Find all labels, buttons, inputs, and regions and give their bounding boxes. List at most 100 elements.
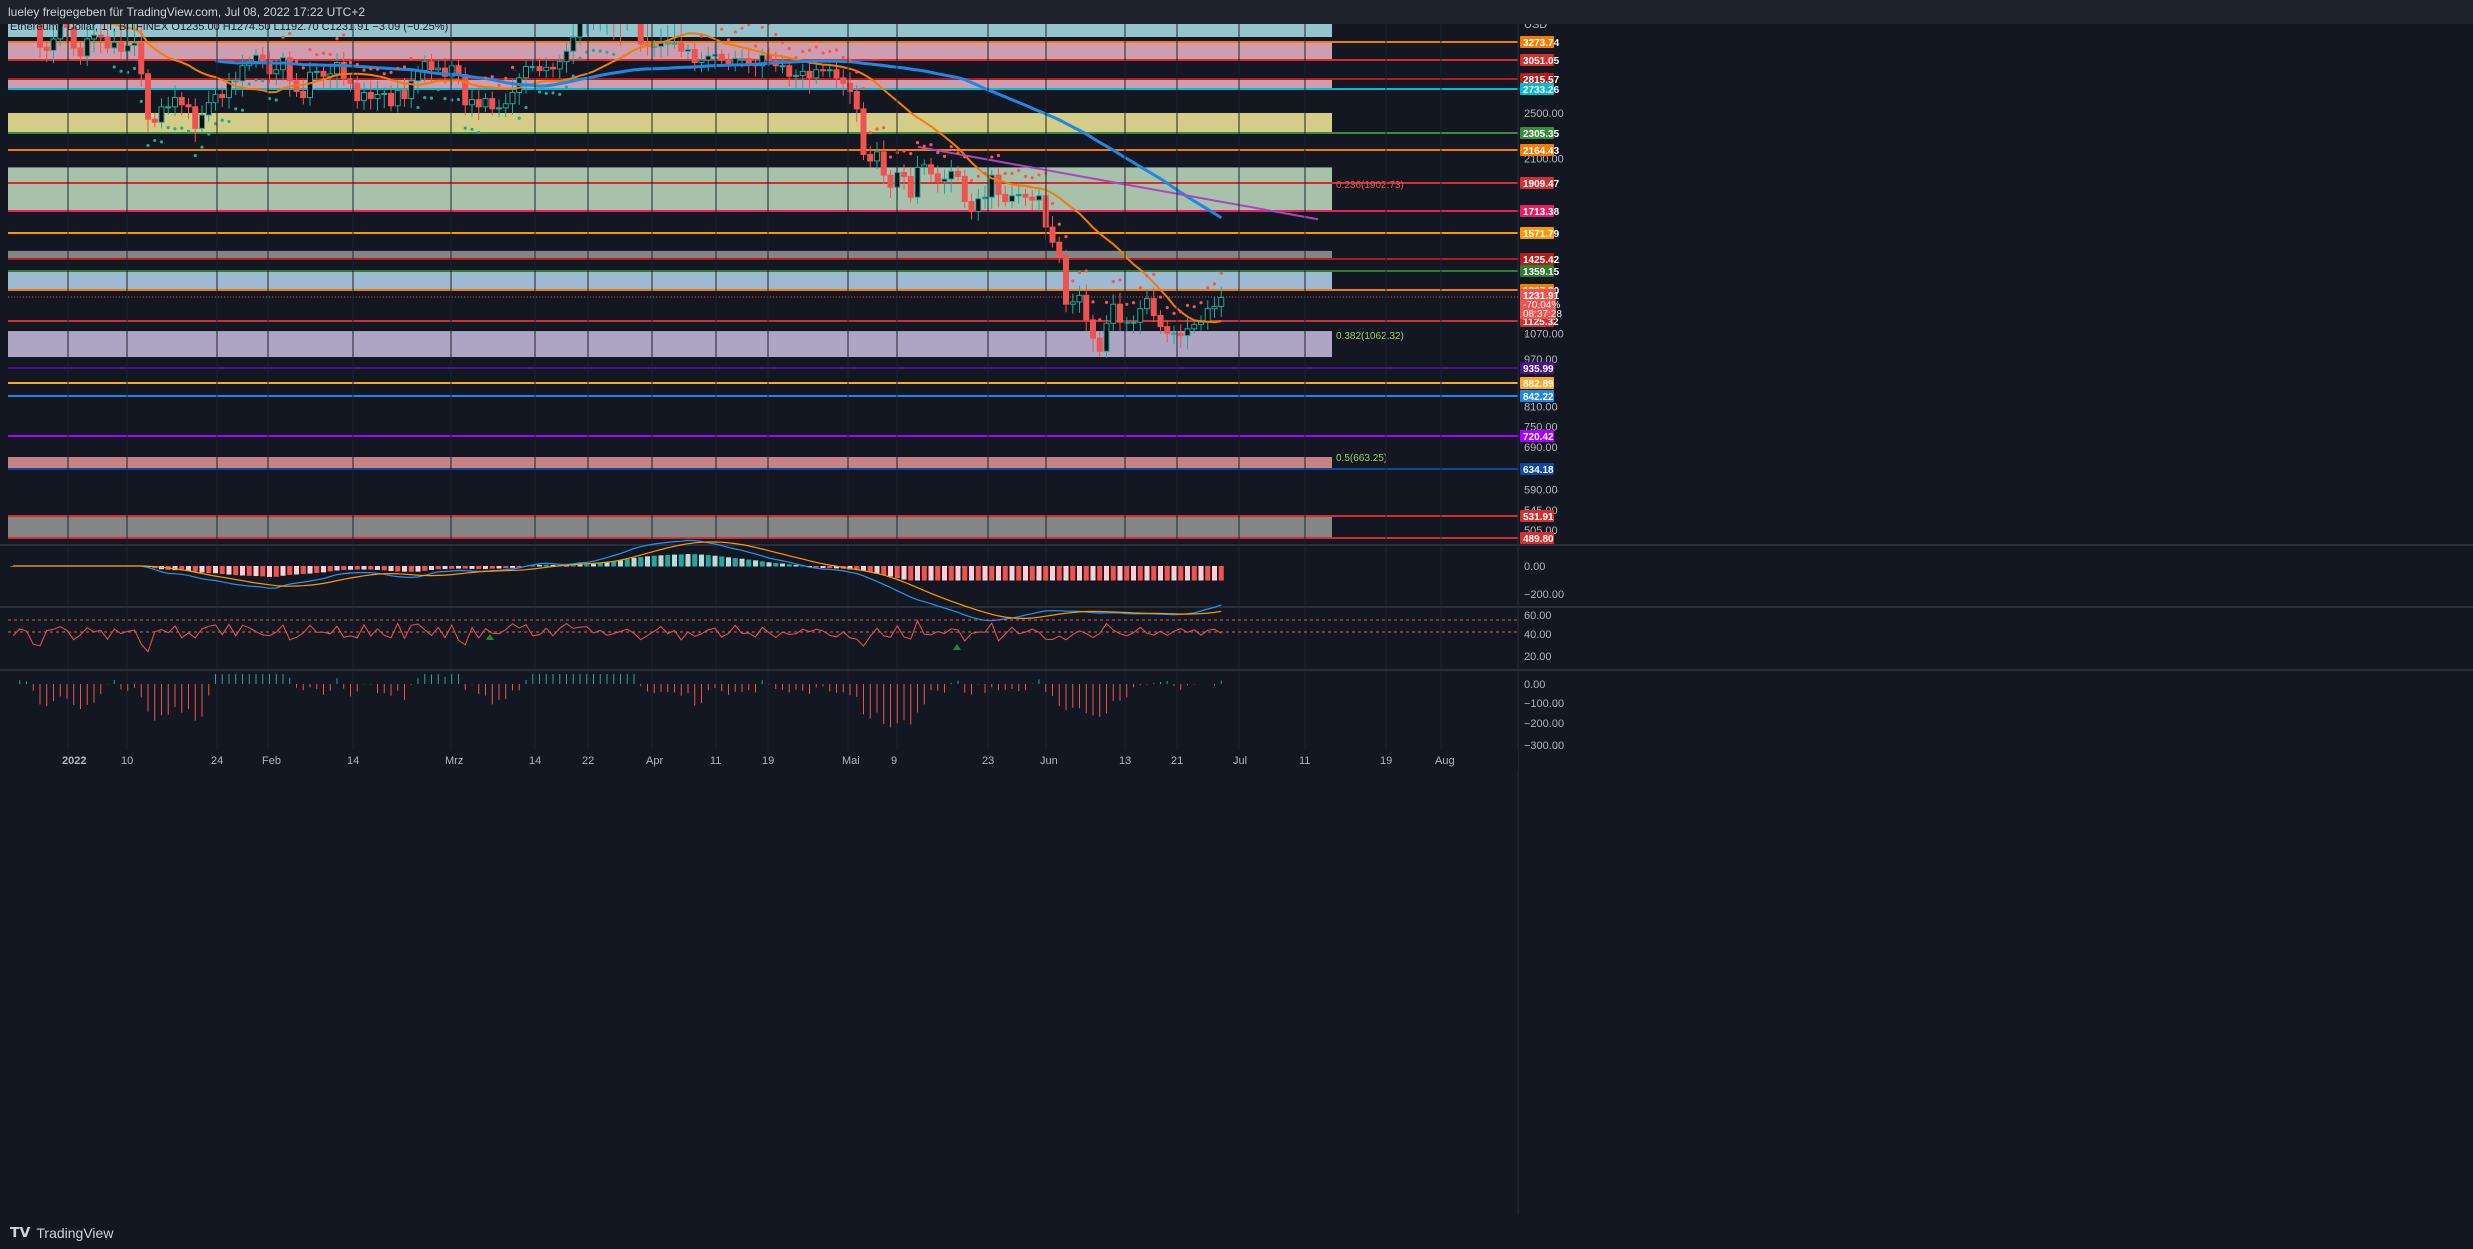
x-tick-label: 10 — [121, 755, 133, 767]
macd-bar — [759, 561, 765, 567]
candle-body — [995, 174, 1002, 195]
fib-label: 0.5(663.25) — [1336, 453, 1387, 464]
psar-dot — [1111, 279, 1115, 284]
psar-dot — [875, 127, 879, 131]
macd-bar — [476, 566, 482, 569]
psar-dot — [1158, 295, 1163, 299]
macd-bar — [685, 554, 691, 567]
macd-bar — [280, 566, 286, 576]
psar-dot — [1138, 286, 1142, 290]
candle-body — [698, 59, 705, 64]
fib-label: 0.236(1902.73) — [1336, 180, 1404, 191]
candle-body — [718, 53, 725, 61]
candle-body — [880, 151, 887, 176]
macd-bar — [273, 566, 279, 577]
psar-dot — [983, 171, 987, 175]
candle-body — [705, 55, 712, 61]
psar-dot — [1125, 302, 1129, 306]
macd-bar — [435, 566, 441, 570]
macd-bar — [975, 566, 981, 581]
candle-body — [928, 164, 934, 175]
psar-dot — [173, 127, 177, 131]
psar-dot — [1199, 301, 1203, 305]
psar-dot — [436, 87, 440, 92]
candle-body — [482, 98, 489, 108]
psar-dot — [497, 83, 501, 87]
share-header: lueley freigegeben für TradingView.com, … — [0, 0, 2473, 24]
macd-bar — [699, 554, 704, 567]
psar-dot — [915, 141, 920, 145]
rsi-signal-marker — [486, 634, 494, 640]
level-badge-label: 2164.43 — [1523, 146, 1560, 157]
psar-dot — [888, 155, 893, 159]
psar-dot — [976, 174, 980, 178]
candle-body — [367, 91, 374, 100]
candle-body — [475, 99, 482, 108]
macd-bar — [375, 566, 380, 570]
psar-dot — [1037, 173, 1041, 177]
macd-bar — [199, 566, 205, 573]
macd-bar — [658, 555, 664, 567]
candle-body — [1204, 308, 1211, 323]
psar-dot — [578, 56, 582, 60]
psar-dot — [132, 66, 137, 71]
candle-body — [1022, 193, 1029, 198]
psar-dot — [726, 38, 731, 42]
level-badge-label: 1713.38 — [1523, 207, 1560, 218]
candle-body — [867, 153, 874, 162]
level-badge-label: 842.22 — [1523, 392, 1554, 403]
psar-dot — [1017, 168, 1021, 173]
level-badge-label: 3273.74 — [1523, 38, 1560, 49]
psar-dot — [207, 132, 211, 136]
momentum-histogram — [19, 674, 1222, 728]
candle — [840, 69, 847, 96]
candle-body — [273, 69, 280, 75]
candle-body — [145, 73, 151, 120]
psar-dot — [794, 55, 798, 60]
psar-dot — [274, 98, 278, 102]
macd-bar — [719, 556, 725, 567]
candle-body — [205, 102, 212, 116]
psar-dot — [382, 72, 386, 76]
psar-dot — [227, 119, 231, 124]
psar-dot — [821, 51, 825, 55]
momentum-tick: −300.00 — [1524, 740, 1564, 752]
psar-dot — [902, 149, 906, 153]
macd-bar — [1198, 566, 1204, 581]
psar-dot — [1185, 303, 1190, 307]
macd-bar — [321, 566, 326, 573]
candle — [178, 92, 185, 116]
candle-body — [388, 92, 394, 107]
candle-body — [77, 47, 84, 57]
psar-dot — [1131, 301, 1136, 305]
zone-8 — [8, 457, 1332, 469]
x-tick-label: 19 — [762, 755, 774, 767]
macd-bar — [1070, 566, 1076, 581]
macd-bar — [1043, 566, 1049, 581]
psar-dot — [342, 33, 346, 37]
macd-bar — [820, 566, 826, 568]
candle-body — [502, 103, 509, 109]
candle — [1137, 300, 1144, 335]
psar-dot — [1206, 286, 1210, 290]
macd-bar — [645, 556, 650, 567]
price-axis — [1518, 24, 2473, 1249]
macd-bar — [591, 563, 596, 567]
psar-dot — [443, 97, 447, 101]
macd-bar — [300, 566, 306, 575]
macd-bar — [726, 557, 731, 567]
candle-body — [300, 90, 307, 99]
psar-dot — [355, 62, 359, 67]
candle-body — [1171, 332, 1177, 335]
candle-body — [1002, 193, 1009, 202]
macd-bar — [206, 566, 212, 573]
macd-bar — [638, 557, 644, 567]
candle — [1198, 315, 1204, 331]
chart-canvas[interactable]: USD2500.002100.001070.00970.00810.00750.… — [0, 0, 2473, 1249]
candle — [165, 96, 172, 115]
macd-bar — [219, 566, 225, 574]
macd-bar — [334, 566, 340, 571]
candle — [1211, 296, 1218, 318]
x-tick-label: Mai — [842, 755, 860, 767]
candle-body — [158, 106, 165, 123]
